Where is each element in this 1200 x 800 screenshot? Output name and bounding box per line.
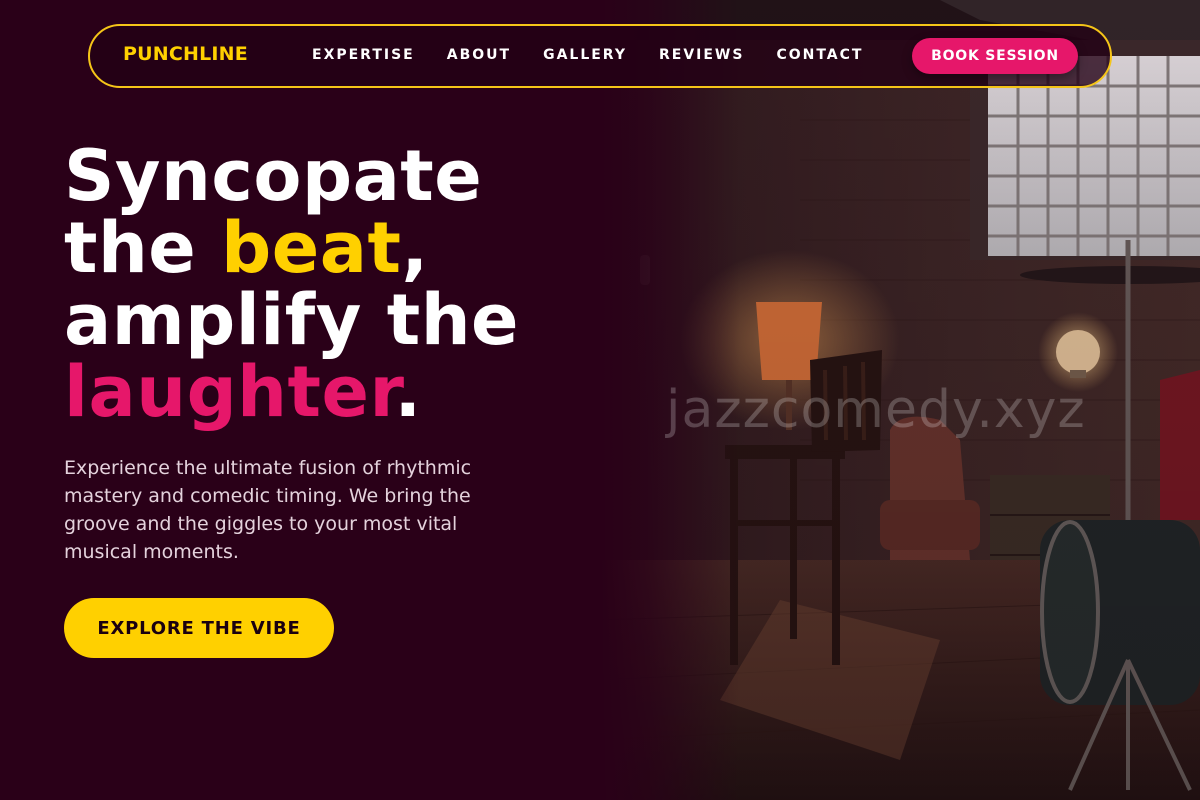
nav-link-gallery[interactable]: GALLERY (543, 47, 627, 63)
nav-link-contact[interactable]: CONTACT (776, 47, 863, 63)
brand-logo[interactable]: PUNCHLINE (123, 43, 248, 65)
headline-highlight-laughter: laughter (64, 351, 395, 433)
book-session-button[interactable]: BOOK SESSION (912, 38, 1078, 74)
nav-link-about[interactable]: ABOUT (447, 47, 511, 63)
headline-line-2-post: , (401, 207, 429, 289)
headline-line-1: Syncopate (64, 135, 483, 217)
top-navbar: PUNCHLINE EXPERTISE ABOUT GALLERY REVIEW… (88, 24, 1112, 88)
headline-line-3: amplify the (64, 279, 519, 361)
headline-line-4-post: . (394, 351, 422, 433)
nav-link-reviews[interactable]: REVIEWS (659, 47, 744, 63)
explore-the-vibe-button[interactable]: EXPLORE THE VIBE (64, 598, 334, 658)
hero-description: Experience the ultimate fusion of rhythm… (64, 457, 472, 563)
image-watermark: jazzcomedy.xyz (666, 380, 1086, 440)
headline-line-2-pre: the (64, 207, 222, 289)
hero-photo: jazzcomedy.xyz (600, 0, 1200, 800)
nav-link-expertise[interactable]: EXPERTISE (312, 47, 415, 63)
nav-links: EXPERTISE ABOUT GALLERY REVIEWS CONTACT (312, 47, 895, 63)
headline-highlight-beat: beat (221, 207, 402, 289)
hero-headline: Syncopate the beat, amplify the laughter… (64, 140, 624, 428)
